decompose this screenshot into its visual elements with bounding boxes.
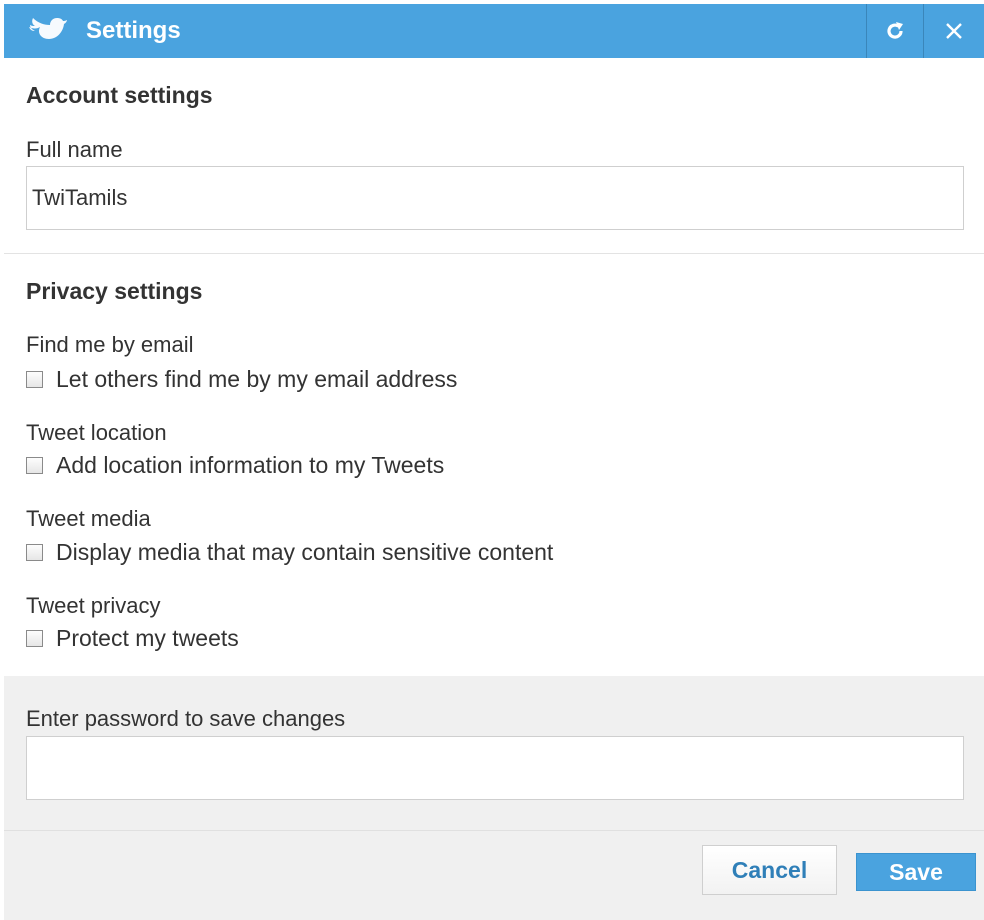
- cancel-button[interactable]: Cancel: [702, 845, 837, 895]
- account-settings-heading: Account settings: [26, 82, 213, 108]
- tweet-privacy-label: Tweet privacy: [26, 593, 161, 618]
- password-section: Enter password to save changes: [4, 676, 984, 830]
- tweet-location-option[interactable]: Add location information to my Tweets: [26, 452, 444, 479]
- full-name-label: Full name: [26, 137, 123, 162]
- save-button[interactable]: Save: [856, 853, 976, 891]
- password-input[interactable]: [26, 736, 964, 800]
- window-title: Settings: [86, 17, 181, 44]
- tweet-privacy-option[interactable]: Protect my tweets: [26, 625, 239, 652]
- close-button[interactable]: [923, 4, 984, 58]
- refresh-icon: [887, 22, 903, 39]
- close-icon: [946, 23, 962, 39]
- tweet-privacy-checkbox-label: Protect my tweets: [56, 625, 239, 651]
- tweet-media-label: Tweet media: [26, 506, 151, 531]
- refresh-button[interactable]: [866, 4, 923, 58]
- tweet-privacy-checkbox[interactable]: [26, 630, 43, 647]
- dialog-footer: Cancel Save: [4, 830, 984, 920]
- find-by-email-checkbox-label: Let others find me by my email address: [56, 366, 458, 392]
- tweet-media-checkbox[interactable]: [26, 544, 43, 561]
- find-me-by-email-label: Find me by email: [26, 332, 194, 357]
- tweet-location-label: Tweet location: [26, 420, 167, 445]
- find-by-email-checkbox[interactable]: [26, 371, 43, 388]
- tweet-location-checkbox[interactable]: [26, 457, 43, 474]
- tweet-media-option[interactable]: Display media that may contain sensitive…: [26, 539, 553, 566]
- privacy-settings-heading: Privacy settings: [26, 278, 203, 304]
- tweet-location-checkbox-label: Add location information to my Tweets: [56, 452, 445, 478]
- section-divider: [4, 253, 984, 254]
- full-name-input[interactable]: [26, 166, 964, 230]
- tweet-media-checkbox-label: Display media that may contain sensitive…: [56, 539, 554, 565]
- find-by-email-option[interactable]: Let others find me by my email address: [26, 366, 457, 393]
- title-bar: Settings: [4, 4, 984, 58]
- twitter-bird-icon: [26, 16, 68, 46]
- password-label: Enter password to save changes: [26, 706, 346, 731]
